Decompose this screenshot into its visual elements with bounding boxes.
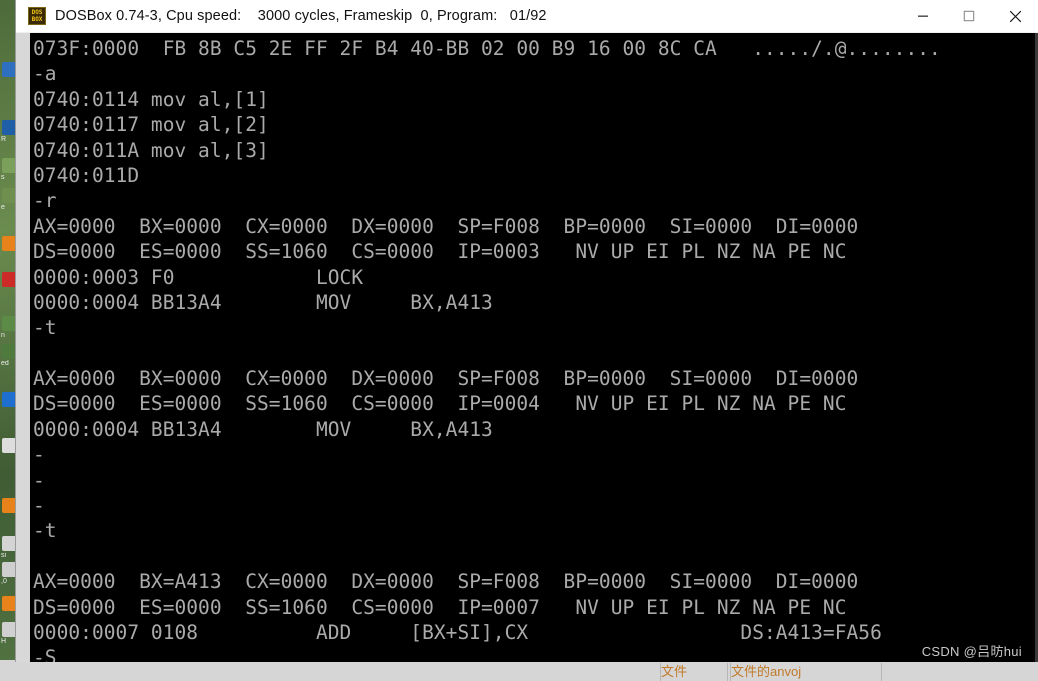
window-controls: [900, 0, 1038, 32]
desktop-icon[interactable]: [2, 316, 17, 331]
maximize-button[interactable]: [946, 0, 992, 32]
minimize-button[interactable]: [900, 0, 946, 32]
dosbox-app-icon: DOS BOX: [28, 7, 46, 25]
app-icon-line-2: BOX: [31, 16, 43, 23]
desktop-taskbar-item-2[interactable]: 文件的anvoj: [730, 663, 882, 681]
console-line: DS=0000 ES=0000 SS=1060 CS=0000 IP=0004 …: [33, 392, 847, 416]
screen-root: 文件 文件的anvoj Rs e n ed si ,0 H DOS BOX DOSBox 0…: [0, 0, 1038, 681]
window-titlebar[interactable]: DOS BOX DOSBox 0.74-3, Cpu speed: 3000 c…: [16, 0, 1038, 33]
close-icon: [1009, 10, 1021, 22]
console-line: 0000:0004 BB13A4 MOV BX,A413: [33, 290, 493, 314]
desktop-taskbar: [0, 660, 1038, 681]
close-button[interactable]: [992, 0, 1038, 32]
desktop-icon[interactable]: [2, 236, 17, 251]
desktop-icon[interactable]: [2, 596, 17, 611]
minimize-icon: [918, 15, 928, 17]
desktop-icon[interactable]: [2, 344, 17, 359]
console-line: AX=0000 BX=0000 CX=0000 DX=0000 SP=F008 …: [33, 214, 859, 238]
window-title: DOSBox 0.74-3, Cpu speed: 3000 cycles, F…: [55, 8, 547, 24]
desktop-icon[interactable]: [2, 562, 17, 577]
desktop-icon-label: H: [1, 638, 7, 645]
desktop-icon-label: ,0: [1, 578, 7, 585]
console-line: DS=0000 ES=0000 SS=1060 CS=0000 IP=0003 …: [33, 240, 847, 264]
console-line: 0000:0004 BB13A4 MOV BX,A413: [33, 417, 493, 441]
dosbox-canvas[interactable]: 073F:0000 FB 8B C5 2E FF 2F B4 40-BB 02 …: [16, 33, 1038, 662]
desktop-icon-label: R: [1, 136, 7, 143]
console-line: 073F:0000 FB 8B C5 2E FF 2F B4 40-BB 02 …: [33, 37, 941, 60]
desktop-icon[interactable]: [2, 392, 17, 407]
desktop-taskbar-item-1[interactable]: 文件: [660, 663, 728, 681]
console-line: -S: [33, 646, 57, 662]
console-line: AX=0000 BX=A413 CX=0000 DX=0000 SP=F008 …: [33, 570, 859, 594]
maximize-icon: [963, 10, 975, 22]
desktop-icon[interactable]: [2, 120, 17, 135]
dosbox-left-bezel: [16, 33, 30, 662]
desktop-icon-label: e: [1, 204, 5, 211]
console-line: -r: [33, 189, 57, 213]
desktop-icon[interactable]: [2, 272, 17, 287]
console-line: -t: [33, 316, 57, 340]
desktop-icon[interactable]: [2, 498, 17, 513]
debug-console-output[interactable]: 073F:0000 FB 8B C5 2E FF 2F B4 40-BB 02 …: [30, 33, 1035, 662]
console-line: -: [33, 443, 45, 467]
console-line: -: [33, 468, 45, 492]
csdn-watermark: CSDN @吕昉hui: [921, 644, 1022, 659]
console-line: 0000:0003 F0 LOCK: [33, 265, 364, 289]
console-line: 0000:0007 0108 ADD [BX+SI],CX DS:A413=FA…: [33, 620, 882, 644]
desktop-icon[interactable]: [2, 622, 17, 637]
desktop-icon[interactable]: [2, 62, 17, 77]
console-line: -t: [33, 519, 57, 543]
desktop-icon[interactable]: [2, 188, 17, 203]
desktop-icon[interactable]: [2, 438, 17, 453]
console-line: 0740:0114 mov al,[1]: [33, 87, 269, 111]
desktop-icon-label: ed: [1, 360, 9, 367]
console-line: -a: [33, 62, 57, 86]
console-line: 0740:0117 mov al,[2]: [33, 113, 269, 137]
desktop-icon-label: s: [1, 174, 5, 181]
desktop-icon-label: si: [1, 552, 7, 559]
console-line: DS=0000 ES=0000 SS=1060 CS=0000 IP=0007 …: [33, 595, 847, 619]
console-line: 0740:011D: [33, 163, 140, 187]
desktop-icon[interactable]: [2, 536, 17, 551]
console-line: -: [33, 494, 45, 518]
dosbox-window: DOS BOX DOSBox 0.74-3, Cpu speed: 3000 c…: [16, 0, 1038, 662]
desktop-icon-label: n: [1, 332, 5, 339]
app-icon-line-1: DOS: [31, 9, 43, 16]
desktop-icon[interactable]: [2, 158, 17, 173]
console-line: AX=0000 BX=0000 CX=0000 DX=0000 SP=F008 …: [33, 367, 859, 391]
console-line: 0740:011A mov al,[3]: [33, 138, 269, 162]
